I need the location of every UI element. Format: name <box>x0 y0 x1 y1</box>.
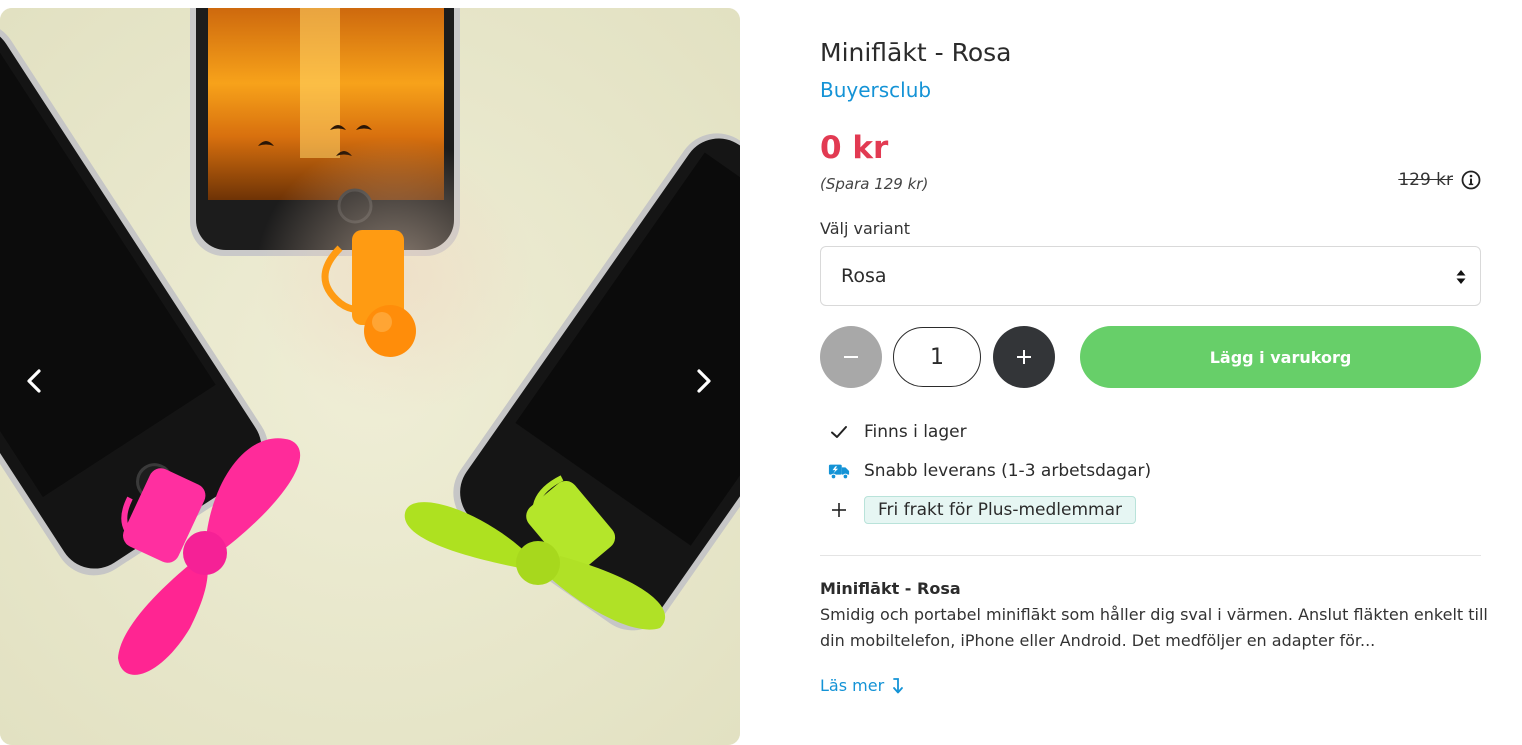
product-title: Miniflākt - Rosa <box>820 38 1012 67</box>
add-to-cart-button[interactable]: Lägg i varukorg <box>1080 326 1481 388</box>
current-price: 0 kr <box>820 130 889 166</box>
minus-icon <box>844 356 858 358</box>
quantity-decrease-button[interactable] <box>820 326 882 388</box>
quantity-input[interactable] <box>893 327 981 387</box>
chevron-right-icon <box>697 369 711 393</box>
plus-icon <box>1017 350 1031 364</box>
plus-membership-badge[interactable]: Fri frakt för Plus-medlemmar <box>864 496 1137 524</box>
divider <box>820 555 1481 556</box>
arrow-down-icon <box>893 677 904 693</box>
variant-selected-value: Rosa <box>841 265 887 287</box>
usp-in-stock: Finns i lager <box>828 421 967 443</box>
original-price: 129 kr <box>1398 170 1453 190</box>
variant-label: Välj variant <box>820 219 910 238</box>
description-text: Smidig och portabel miniflākt som håller… <box>820 605 1488 650</box>
chevron-left-icon <box>27 369 41 393</box>
quantity-and-cart-row: Lägg i varukorg <box>820 326 1481 388</box>
usp-text: Snabb leverans (1-3 arbetsdagar) <box>864 461 1152 481</box>
gallery-prev-button[interactable] <box>16 358 52 404</box>
read-more-label: Läs mer <box>820 676 885 695</box>
info-icon[interactable] <box>1461 170 1481 190</box>
description-title: Miniflākt - Rosa <box>820 579 961 598</box>
read-more-link[interactable]: Läs mer <box>820 676 904 695</box>
brand-link[interactable]: Buyersclub <box>820 78 931 102</box>
check-icon <box>831 426 847 438</box>
usp-text: Finns i lager <box>864 422 967 442</box>
delivery-truck-icon <box>828 464 850 480</box>
variant-select[interactable]: Rosa <box>820 246 1481 306</box>
usp-free-shipping: Fri frakt för Plus-medlemmar <box>828 496 1137 524</box>
savings-text: (Spara 129 kr) <box>820 175 929 193</box>
sort-arrows-icon <box>1456 270 1466 284</box>
product-image-gallery <box>0 8 740 745</box>
usp-fast-delivery: Snabb leverans (1-3 arbetsdagar) <box>828 460 1151 482</box>
plus-icon <box>832 503 846 517</box>
gallery-next-button[interactable] <box>686 358 722 404</box>
quantity-increase-button[interactable] <box>993 326 1055 388</box>
product-photo <box>0 8 740 745</box>
original-price-group: 129 kr <box>1398 170 1481 190</box>
